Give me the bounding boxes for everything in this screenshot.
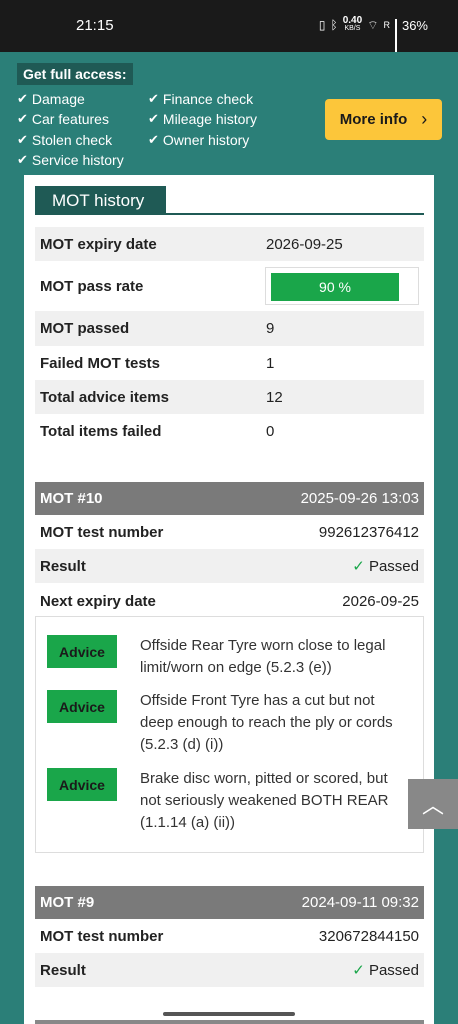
check-icon: ✔ [17,152,28,167]
chevron-right-icon: › [421,109,428,129]
pass-rate-fill: 90 % [271,273,399,301]
status-bar: 21:15 ▯ ᛒ 0.40 KB/S ⌔ R 36% [0,0,458,52]
checkmark-icon: ✓ [352,558,365,575]
check-icon: ✔ [148,111,159,126]
checkmark-icon: ✓ [352,962,365,979]
vibrate-icon: ▯ [318,18,326,32]
check-icon: ✔ [17,91,28,106]
advice-text: Brake disc worn, pitted or scored, but n… [140,770,389,831]
feature-item: ✔ Damage [17,91,85,107]
summary-row-advice: Total advice items 12 [35,380,424,414]
chevron-up-icon: ︿ [421,793,444,818]
check-icon: ✔ [17,132,28,147]
mot-9-result-row: Result ✓ Passed [35,953,424,987]
summary-row-passed: MOT passed 9 [35,311,424,346]
check-icon: ✔ [148,132,159,147]
advice-list: Advice Offside Rear Tyre worn close to l… [35,616,424,853]
mot-10-header: MOT #10 2025-09-26 13:03 [35,482,424,515]
feature-item: ✔ Owner history [148,132,250,148]
next-section-edge [35,1020,424,1024]
scroll-to-top-button[interactable]: ︿ [408,779,458,829]
promo-title: Get full access: [17,63,133,85]
check-icon: ✔ [17,111,28,126]
data-speed: 0.40 KB/S [342,15,363,33]
mot-9-test-number-row: MOT test number 320672844150 [40,928,419,945]
advice-text: Offside Front Tyre has a cut but not dee… [140,692,393,753]
check-icon: ✔ [148,91,159,106]
summary-row-items-failed: Total items failed 0 [40,423,275,440]
feature-item: ✔ Finance check [148,91,254,107]
feature-item: ✔ Car features [17,111,109,127]
mot-9-header: MOT #9 2024-09-11 09:32 [35,886,424,919]
advice-badge: Advice [47,768,117,801]
feature-item: ✔ Service history [17,152,124,168]
advice-badge: Advice [47,690,117,723]
summary-row-failed: Failed MOT tests 1 [40,355,275,372]
status-time: 21:15 [76,17,114,34]
advice-badge: Advice [47,635,117,668]
mot-10-expiry-row: Next expiry date 2026-09-25 [40,593,419,610]
section-title: MOT history [35,186,166,215]
mot-10-test-number-row: MOT test number 992612376412 [40,524,419,541]
more-info-button[interactable]: More info › [325,99,442,140]
result-value: Passed [368,962,419,979]
result-value: Passed [368,558,419,575]
mot-10-result-row: Result ✓ Passed [35,549,424,583]
home-indicator[interactable] [163,1012,295,1016]
status-icons: ▯ ᛒ 0.40 KB/S ⌔ R 36% [318,15,428,52]
summary-row-expiry: MOT expiry date 2026-09-25 [35,227,424,261]
roaming-indicator: R [383,20,390,30]
advice-text: Offside Rear Tyre worn close to legal li… [140,637,386,676]
bluetooth-icon: ᛒ [330,18,338,32]
section-divider [35,213,424,215]
battery-percent: 36% [401,17,428,33]
feature-item: ✔ Stolen check [17,132,113,148]
wifi-icon: ⌔ [367,17,379,32]
feature-item: ✔ Mileage history [148,111,258,127]
signal-icon [394,19,397,52]
pass-rate-bar: 90 % [265,267,419,305]
promo-banner: Get full access: ✔ Damage ✔ Car features ✔… [0,52,458,175]
